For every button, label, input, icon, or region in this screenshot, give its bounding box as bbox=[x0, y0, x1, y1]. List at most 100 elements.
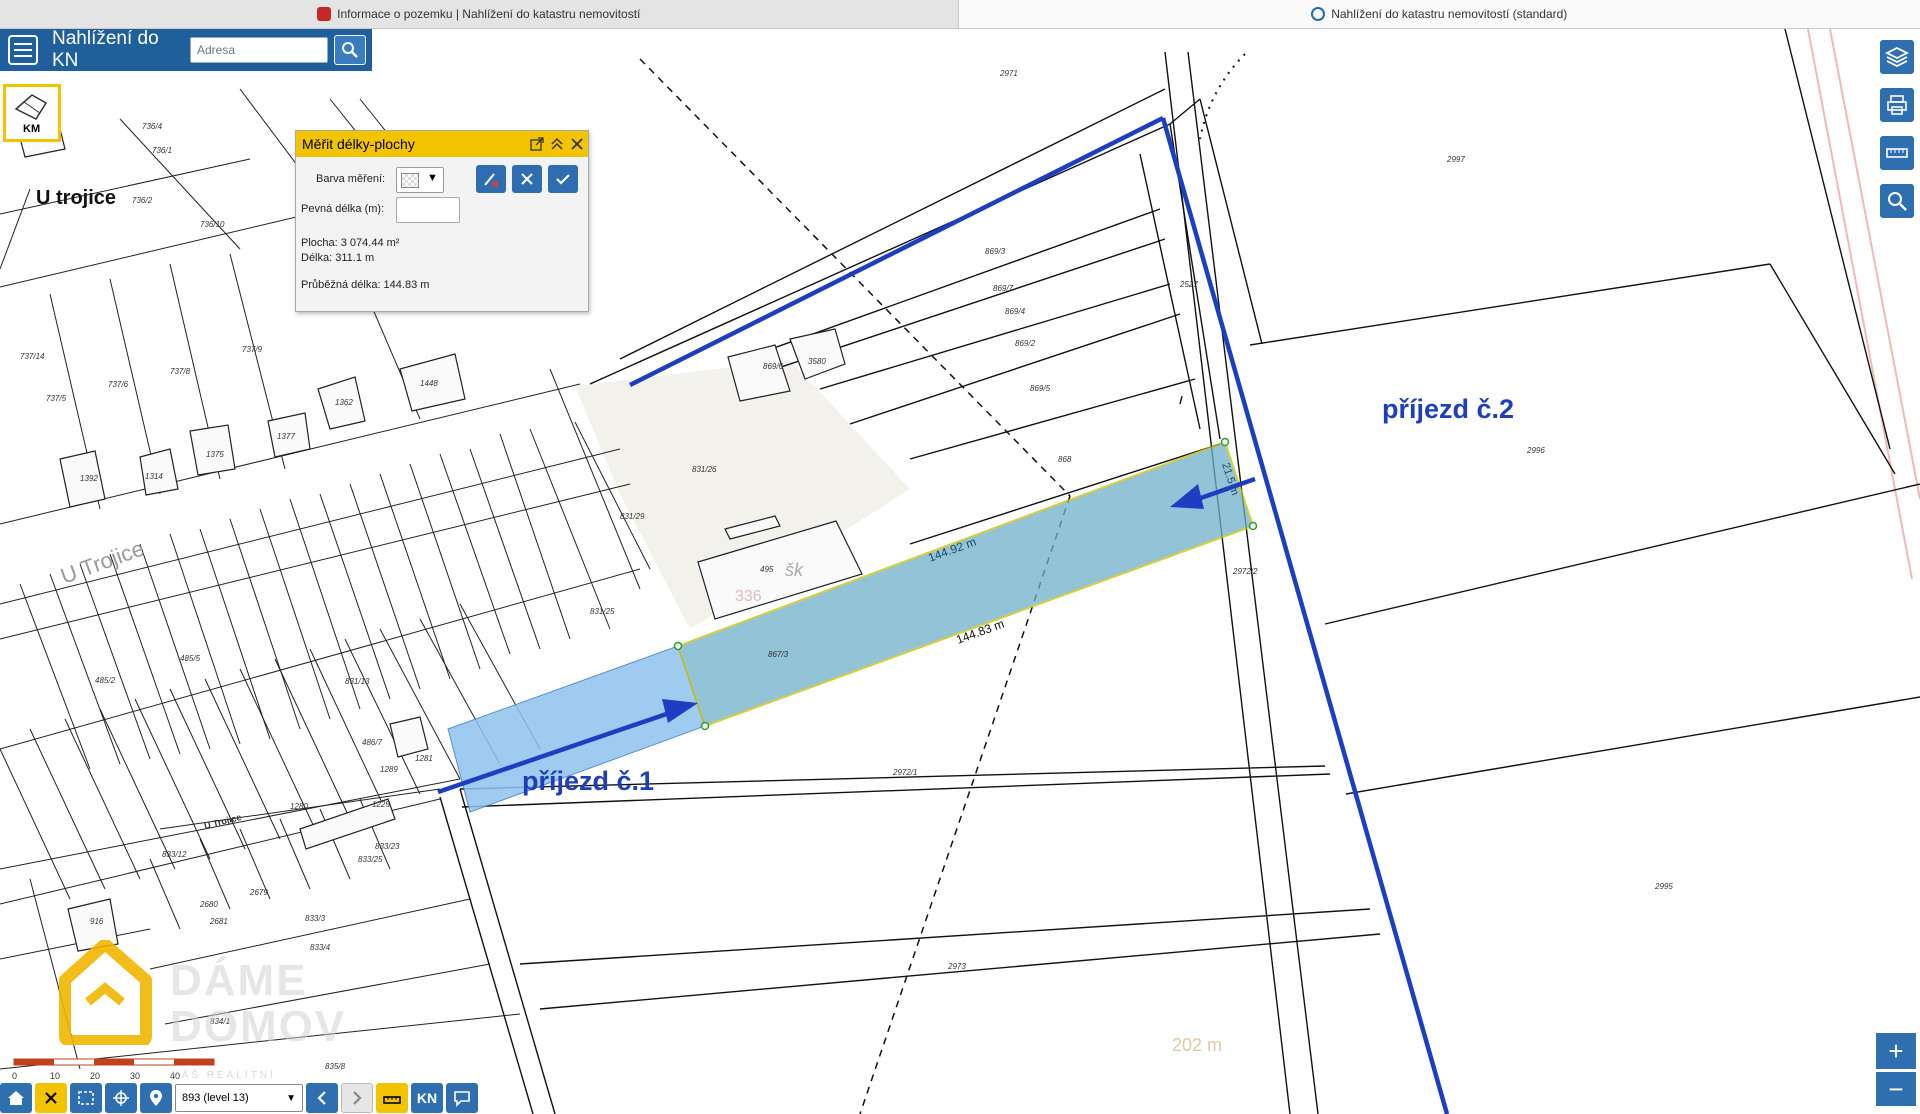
cancel-measure-button[interactable] bbox=[512, 165, 542, 193]
chevron-down-icon: ▼ bbox=[286, 1093, 296, 1104]
chat-bubble-icon bbox=[454, 1091, 470, 1107]
select-area-button[interactable] bbox=[70, 1083, 102, 1113]
svg-text:737/6: 737/6 bbox=[108, 380, 129, 389]
close-icon[interactable] bbox=[568, 135, 586, 153]
eraser-icon bbox=[484, 173, 499, 188]
history-forward-button[interactable] bbox=[341, 1083, 373, 1113]
svg-text:2971: 2971 bbox=[999, 69, 1018, 78]
svg-text:869/3: 869/3 bbox=[985, 247, 1006, 256]
color-swatch bbox=[401, 173, 419, 188]
kn-button[interactable]: KN bbox=[411, 1083, 443, 1113]
svg-text:2996: 2996 bbox=[1526, 446, 1545, 455]
checkmark-icon bbox=[556, 174, 570, 185]
svg-text:0: 0 bbox=[12, 1071, 17, 1081]
svg-text:1362: 1362 bbox=[335, 398, 353, 407]
measure-panel-title: Měřit délky-plochy bbox=[302, 136, 415, 152]
popout-icon[interactable] bbox=[528, 135, 546, 153]
map-symbol-school: šk bbox=[785, 560, 804, 580]
street-label: U trojice bbox=[36, 187, 116, 209]
crosshair-icon bbox=[113, 1090, 129, 1106]
printer-icon bbox=[1887, 95, 1907, 115]
svg-text:737/14: 737/14 bbox=[20, 352, 45, 361]
svg-text:833/4: 833/4 bbox=[310, 943, 331, 952]
svg-text:867/3: 867/3 bbox=[768, 650, 789, 659]
address-number: 336 bbox=[735, 588, 762, 605]
cadastral-map-icon bbox=[14, 94, 48, 120]
chevron-right-icon bbox=[353, 1091, 362, 1105]
svg-text:737/9: 737/9 bbox=[242, 345, 263, 354]
svg-text:737/8: 737/8 bbox=[170, 367, 191, 376]
svg-text:736/1: 736/1 bbox=[152, 146, 172, 155]
search-map-button[interactable] bbox=[1878, 182, 1916, 220]
svg-text:831/13: 831/13 bbox=[345, 677, 370, 686]
svg-text:1448: 1448 bbox=[420, 379, 438, 388]
collapse-icon[interactable] bbox=[548, 135, 566, 153]
comment-button[interactable] bbox=[446, 1083, 478, 1113]
measure-panel-header[interactable]: Měřit délky-plochy bbox=[296, 131, 588, 157]
svg-text:835/8: 835/8 bbox=[325, 1062, 346, 1071]
tab-title: Informace o pozemku | Nahlížení do katas… bbox=[337, 7, 641, 21]
svg-text:30: 30 bbox=[130, 1071, 140, 1081]
svg-text:2997: 2997 bbox=[1446, 155, 1465, 164]
menu-button[interactable] bbox=[8, 35, 38, 65]
clear-button[interactable] bbox=[35, 1083, 67, 1113]
svg-text:869/5: 869/5 bbox=[1030, 384, 1051, 393]
logo-line2: DOMOV bbox=[170, 1002, 347, 1051]
browser-tab-bar: Informace o pozemku | Nahlížení do katas… bbox=[0, 0, 1920, 29]
svg-text:2972/1: 2972/1 bbox=[892, 768, 917, 777]
km-layer-button[interactable]: KM bbox=[3, 84, 61, 142]
address-search-input[interactable] bbox=[190, 37, 328, 63]
svg-text:2995: 2995 bbox=[1654, 882, 1673, 891]
svg-text:737/5: 737/5 bbox=[46, 394, 67, 403]
svg-text:1280: 1280 bbox=[290, 802, 308, 811]
measure-mode-button[interactable] bbox=[376, 1083, 408, 1113]
zoom-level-select[interactable]: 893 (level 13) ▼ bbox=[175, 1084, 303, 1112]
measure-panel: Měřit délky-plochy Barva měření: ▼ Pevná… bbox=[295, 130, 589, 312]
globe-icon bbox=[1311, 7, 1326, 21]
color-picker[interactable]: ▼ bbox=[396, 167, 444, 193]
svg-text:869/7: 869/7 bbox=[993, 284, 1014, 293]
svg-text:495: 495 bbox=[760, 565, 774, 574]
cadastral-map[interactable]: U trojice U Trojice U Trojice 144.92 m 1… bbox=[0, 29, 1920, 1114]
svg-text:868: 868 bbox=[1058, 455, 1072, 464]
svg-text:736/10: 736/10 bbox=[200, 220, 225, 229]
fixed-length-input[interactable] bbox=[396, 197, 460, 223]
svg-text:1377: 1377 bbox=[277, 432, 295, 441]
print-button[interactable] bbox=[1878, 86, 1916, 124]
svg-text:1314: 1314 bbox=[145, 472, 163, 481]
tab-parcel-info[interactable]: Informace o pozemku | Nahlížení do katas… bbox=[0, 0, 959, 28]
locate-button[interactable] bbox=[105, 1083, 137, 1113]
erase-measure-button[interactable] bbox=[476, 165, 506, 193]
layers-button[interactable] bbox=[1878, 38, 1916, 76]
svg-text:3580: 3580 bbox=[808, 357, 826, 366]
svg-text:20: 20 bbox=[90, 1071, 100, 1081]
tab-cadastre-standard[interactable]: Nahlížení do katastru nemovitostí (stand… bbox=[958, 0, 1920, 28]
svg-text:736/2: 736/2 bbox=[132, 196, 153, 205]
pin-button[interactable] bbox=[140, 1083, 172, 1113]
svg-text:2527: 2527 bbox=[1179, 280, 1198, 289]
search-icon bbox=[342, 42, 358, 58]
zoom-out-button[interactable]: − bbox=[1876, 1072, 1916, 1106]
zoom-in-button[interactable]: + bbox=[1876, 1033, 1916, 1069]
close-icon bbox=[45, 1092, 57, 1104]
area-label: 202 m bbox=[1172, 1035, 1222, 1055]
tab-title: Nahlížení do katastru nemovitostí (stand… bbox=[1331, 7, 1568, 21]
logo-wordmark: DÁME DOMOV bbox=[170, 958, 346, 1050]
close-icon bbox=[521, 173, 533, 185]
svg-text:831/25: 831/25 bbox=[590, 607, 615, 616]
area-value: Plocha: 3 074.44 m² bbox=[301, 237, 400, 249]
home-button[interactable] bbox=[0, 1083, 32, 1113]
svg-text:485/5: 485/5 bbox=[180, 654, 201, 663]
confirm-measure-button[interactable] bbox=[548, 165, 578, 193]
measure-tool-button[interactable] bbox=[1878, 134, 1916, 172]
svg-text:869/6: 869/6 bbox=[763, 362, 784, 371]
svg-text:1289: 1289 bbox=[380, 765, 398, 774]
history-back-button[interactable] bbox=[306, 1083, 338, 1113]
km-label: KM bbox=[23, 123, 41, 135]
color-label: Barva měření: bbox=[316, 173, 386, 185]
fixed-length-label: Pevná délka (m): bbox=[301, 203, 385, 215]
search-button[interactable] bbox=[334, 35, 366, 65]
svg-text:833/12: 833/12 bbox=[162, 850, 187, 859]
home-icon bbox=[8, 1091, 24, 1105]
svg-text:833/23: 833/23 bbox=[375, 842, 400, 851]
